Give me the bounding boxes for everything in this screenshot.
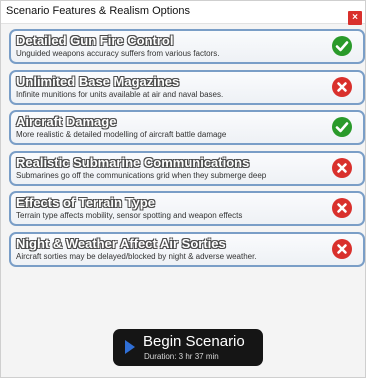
option-title: Unlimited Base Magazines [16, 74, 180, 89]
option-description: Aircraft sorties may be delayed/blocked … [16, 252, 257, 261]
option-title: Detailed Gun Fire Control [16, 33, 174, 48]
option-description: Terrain type affects mobility, sensor sp… [16, 211, 243, 220]
x-icon[interactable] [332, 77, 352, 97]
close-button[interactable]: × [348, 11, 362, 25]
duration-text: Duration: 3 hr 37 min [144, 352, 219, 361]
option-description: Submarines go off the communications gri… [16, 171, 267, 180]
title-bar: Scenario Features & Realism Options × [1, 1, 365, 25]
scenario-options-window: Scenario Features & Realism Options × De… [0, 0, 366, 378]
option-card[interactable]: Detailed Gun Fire Control Unguided weapon… [9, 29, 365, 64]
option-title: Effects of Terrain Type [16, 195, 155, 210]
check-icon[interactable] [332, 36, 352, 56]
option-card[interactable]: Night & Weather Affect Air Sorties Aircra… [9, 232, 365, 267]
option-description: Infinite munitions for units available a… [16, 90, 224, 99]
x-icon[interactable] [332, 198, 352, 218]
check-icon[interactable] [332, 117, 352, 137]
option-title: Realistic Submarine Communications [16, 155, 250, 170]
x-icon[interactable] [332, 158, 352, 178]
play-icon [125, 340, 135, 354]
option-title: Night & Weather Affect Air Sorties [16, 236, 226, 251]
option-card[interactable]: Realistic Submarine Communications Submar… [9, 151, 365, 186]
option-card[interactable]: Aircraft Damage More realistic & detailed… [9, 110, 365, 145]
x-icon[interactable] [332, 239, 352, 259]
option-title: Aircraft Damage [16, 114, 117, 129]
option-card[interactable]: Unlimited Base Magazines Infinite munitio… [9, 70, 365, 105]
begin-scenario-button[interactable]: Begin Scenario Duration: 3 hr 37 min [113, 329, 263, 366]
option-description: More realistic & detailed modelling of a… [16, 130, 227, 139]
option-description: Unguided weapons accuracy suffers from v… [16, 49, 220, 58]
begin-scenario-label: Begin Scenario [143, 333, 245, 350]
window-title: Scenario Features & Realism Options [6, 5, 191, 17]
option-card[interactable]: Effects of Terrain Type Terrain type affe… [9, 191, 365, 226]
